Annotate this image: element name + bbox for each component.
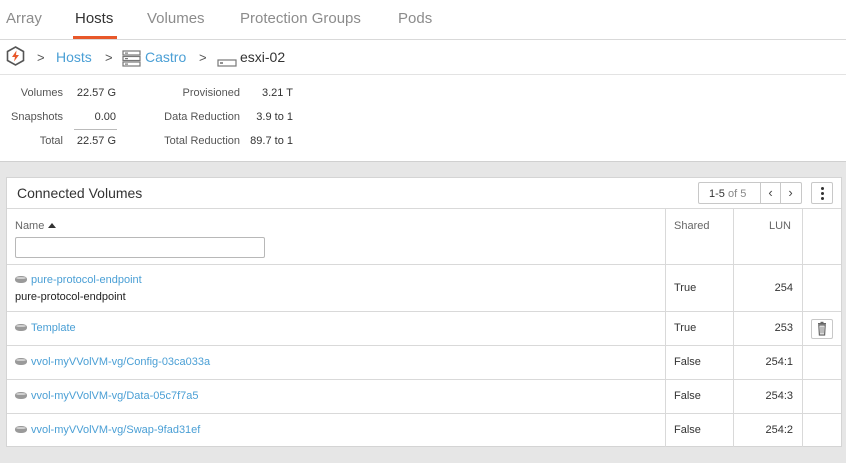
panel-header: Connected Volumes 1-5 of 5 ‹ › — [7, 178, 841, 209]
table-row: Template True 253 — [7, 312, 841, 346]
pagination-range: 1-5 of 5 — [709, 188, 746, 200]
volume-icon — [15, 324, 27, 331]
volume-name: vvol-myVVolVM-vg/Swap-9fad31ef — [31, 424, 201, 436]
name-column-label: Name — [15, 220, 45, 232]
volume-icon — [15, 276, 27, 283]
breadcrumb-host-group-link[interactable]: Castro — [145, 49, 186, 65]
lun-value: 254 — [774, 282, 793, 294]
shared-value: False — [674, 424, 701, 436]
volume-link[interactable]: vvol-myVVolVM-vg/Config-03ca033a — [15, 356, 210, 368]
volumes-label: Volumes — [20, 87, 63, 99]
total-label: Total — [39, 135, 63, 147]
volume-name: Template — [31, 322, 76, 334]
volume-name: vvol-myVVolVM-vg/Config-03ca033a — [31, 356, 211, 368]
capacity-summary: Volumes 22.57 G Snapshots 0.00 Total 22.… — [0, 76, 846, 161]
connected-volumes-panel: Connected Volumes 1-5 of 5 ‹ › Name Shar… — [6, 177, 842, 447]
breadcrumb-separator: > — [105, 50, 113, 65]
total-reduction-label: Total Reduction — [164, 135, 240, 147]
volume-link[interactable]: vvol-myVVolVM-vg/Swap-9fad31ef — [15, 424, 200, 436]
breadcrumb-current-host: esxi-02 — [240, 49, 286, 65]
data-reduction-label: Data Reduction — [164, 111, 240, 123]
sort-ascending-icon — [48, 223, 57, 228]
lun-column-header[interactable]: LUN — [769, 220, 791, 232]
total-reduction-value: 89.7 to 1 — [250, 135, 293, 147]
volume-icon — [15, 358, 27, 365]
name-filter-input[interactable] — [15, 237, 265, 258]
data-reduction-value: 3.9 to 1 — [256, 111, 293, 123]
volume-name: vvol-myVVolVM-vg/Data-05c7f7a5 — [31, 390, 199, 402]
volume-link[interactable]: pure-protocol-endpoint — [15, 274, 142, 286]
breadcrumb: > Hosts > Castro > esxi-02 — [0, 40, 846, 75]
pagination-range-value: 1-5 — [709, 188, 725, 200]
table-row: vvol-myVVolVM-vg/Config-03ca033a False 2… — [7, 346, 841, 380]
host-group-icon — [122, 50, 141, 70]
shared-value: False — [674, 390, 701, 402]
next-page-button[interactable]: › — [780, 183, 800, 203]
table-row: vvol-myVVolVM-vg/Data-05c7f7a5 False 254… — [7, 380, 841, 414]
shared-column-header[interactable]: Shared — [674, 220, 709, 232]
tab-array[interactable]: Array — [6, 10, 42, 27]
snapshots-label: Snapshots — [11, 111, 63, 123]
host-icon — [217, 54, 237, 70]
table-row: pure-protocol-endpoint pure-protocol-end… — [7, 266, 841, 312]
lun-value: 254:2 — [765, 424, 793, 436]
more-options-menu-icon[interactable] — [811, 182, 833, 204]
volume-link[interactable]: vvol-myVVolVM-vg/Data-05c7f7a5 — [15, 390, 199, 402]
volume-name: pure-protocol-endpoint — [31, 274, 142, 286]
breadcrumb-separator: > — [199, 50, 207, 65]
total-value: 22.57 G — [76, 135, 116, 147]
pagination: 1-5 of 5 ‹ › — [698, 182, 802, 204]
lun-value: 254:1 — [765, 356, 793, 368]
volume-link[interactable]: Template — [15, 322, 76, 334]
volume-subtitle: pure-protocol-endpoint — [15, 291, 126, 303]
shared-value: False — [674, 356, 701, 368]
provisioned-value: 3.21 T — [262, 87, 293, 99]
snapshots-value: 0.00 — [94, 111, 116, 123]
shared-value: True — [674, 282, 697, 294]
lun-value: 253 — [774, 322, 793, 334]
shared-value: True — [674, 322, 697, 334]
panel-title: Connected Volumes — [17, 185, 143, 201]
tab-volumes[interactable]: Volumes — [147, 10, 205, 27]
tab-pods[interactable]: Pods — [398, 10, 432, 27]
lun-value: 254:3 — [765, 390, 793, 402]
volume-icon — [15, 426, 27, 433]
active-tab-indicator — [73, 36, 117, 39]
breadcrumb-hosts-link[interactable]: Hosts — [56, 49, 92, 65]
volume-icon — [15, 392, 27, 399]
top-nav: Array Hosts Volumes Protection Groups Po… — [0, 0, 846, 40]
table-row: vvol-myVVolVM-vg/Swap-9fad31ef False 254… — [7, 414, 841, 447]
volumes-value: 22.57 G — [76, 87, 116, 99]
pagination-total: of 5 — [727, 188, 747, 200]
prev-page-button[interactable]: ‹ — [760, 183, 780, 203]
provisioned-label: Provisioned — [182, 87, 240, 99]
name-column-header[interactable]: Name — [15, 220, 57, 232]
trash-icon[interactable] — [811, 319, 833, 339]
tab-hosts[interactable]: Hosts — [75, 10, 113, 27]
total-rule — [74, 129, 117, 130]
array-logo-icon[interactable] — [6, 46, 25, 69]
breadcrumb-separator: > — [37, 50, 45, 65]
tab-protection-groups[interactable]: Protection Groups — [240, 10, 361, 27]
